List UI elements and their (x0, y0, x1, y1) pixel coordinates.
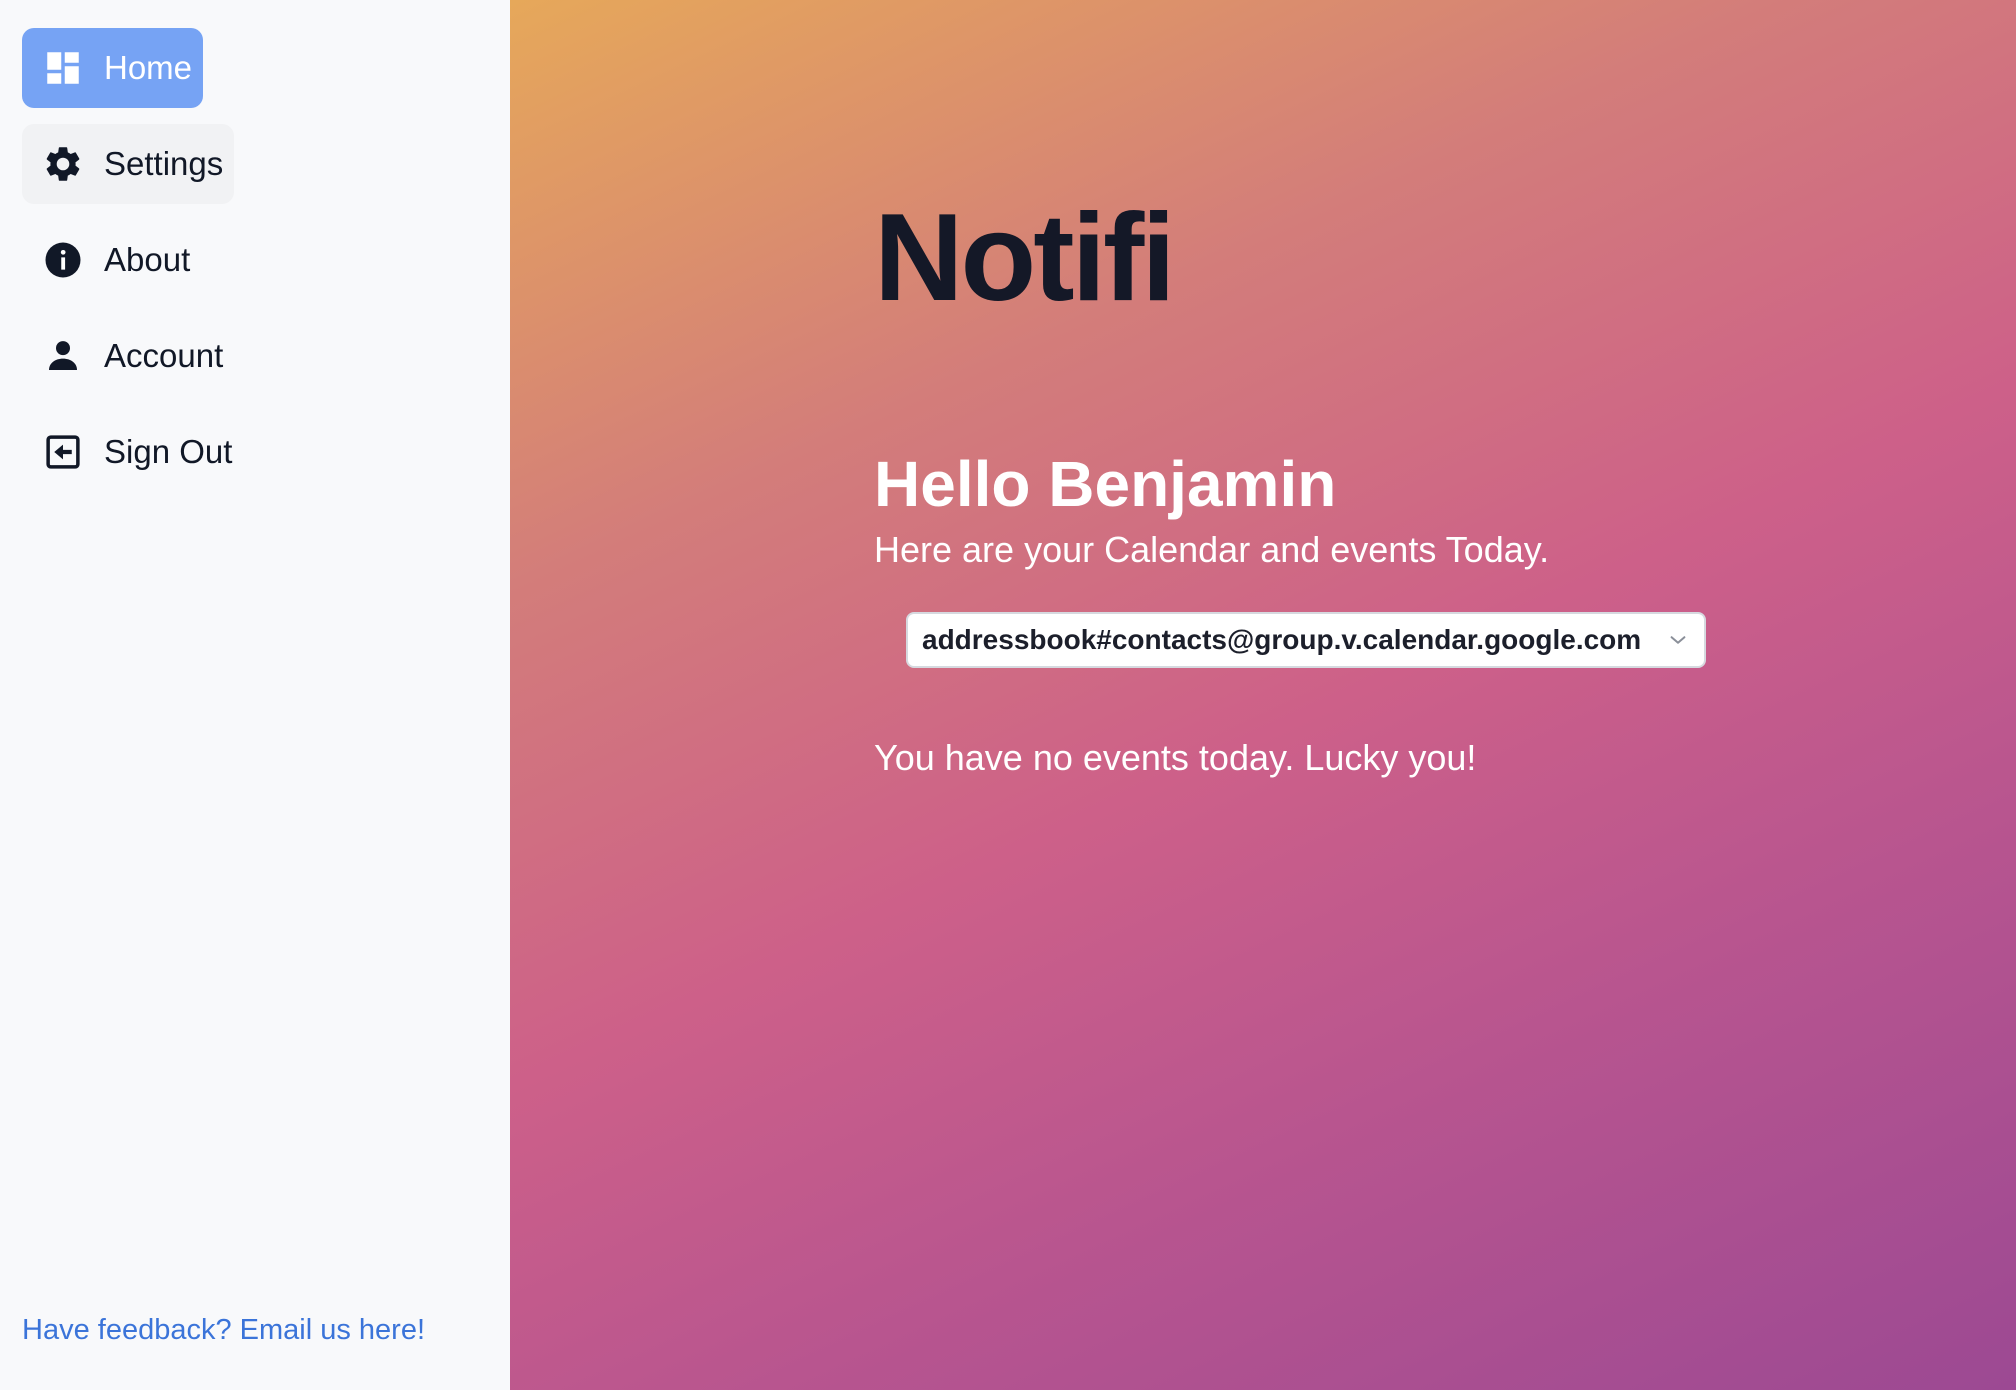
empty-events-message: You have no events today. Lucky you! (874, 737, 1477, 778)
dashboard-icon (42, 47, 84, 89)
sidebar-item-sign-out[interactable]: Sign Out (22, 412, 248, 492)
feedback-link[interactable]: Have feedback? Email us here! (22, 1314, 425, 1347)
sidebar-item-label: Settings (104, 145, 224, 182)
user-icon (42, 335, 84, 377)
sidebar-item-about[interactable]: About (22, 220, 206, 300)
sidebar-item-label: Home (104, 49, 193, 86)
sidebar-item-settings[interactable]: Settings (22, 124, 234, 204)
sidebar-item-label: Sign Out (104, 433, 233, 470)
greeting-subtitle: Here are your Calendar and events Today. (874, 529, 1550, 570)
sidebar-item-label: About (104, 241, 191, 278)
greeting-heading: Hello Benjamin (874, 448, 1337, 520)
sidebar-item-home[interactable]: Home (22, 28, 203, 108)
sidebar-item-label: Account (104, 337, 224, 374)
gear-icon (42, 143, 84, 185)
chevron-down-icon (1666, 628, 1690, 652)
info-icon (42, 239, 84, 281)
app-window: Home Settings About Account Sign Out Hav… (0, 0, 2016, 1390)
sidebar-item-account[interactable]: Account (22, 316, 239, 396)
sign-out-icon (42, 431, 84, 473)
calendar-select-value: addressbook#contacts@group.v.calendar.go… (922, 624, 1642, 655)
main-content: Notifi Hello Benjamin Here are your Cale… (510, 0, 2016, 1390)
calendar-select[interactable]: addressbook#contacts@group.v.calendar.go… (906, 612, 1706, 668)
app-title: Notifi (874, 189, 1176, 327)
sidebar: Home Settings About Account Sign Out Hav… (0, 0, 510, 1390)
